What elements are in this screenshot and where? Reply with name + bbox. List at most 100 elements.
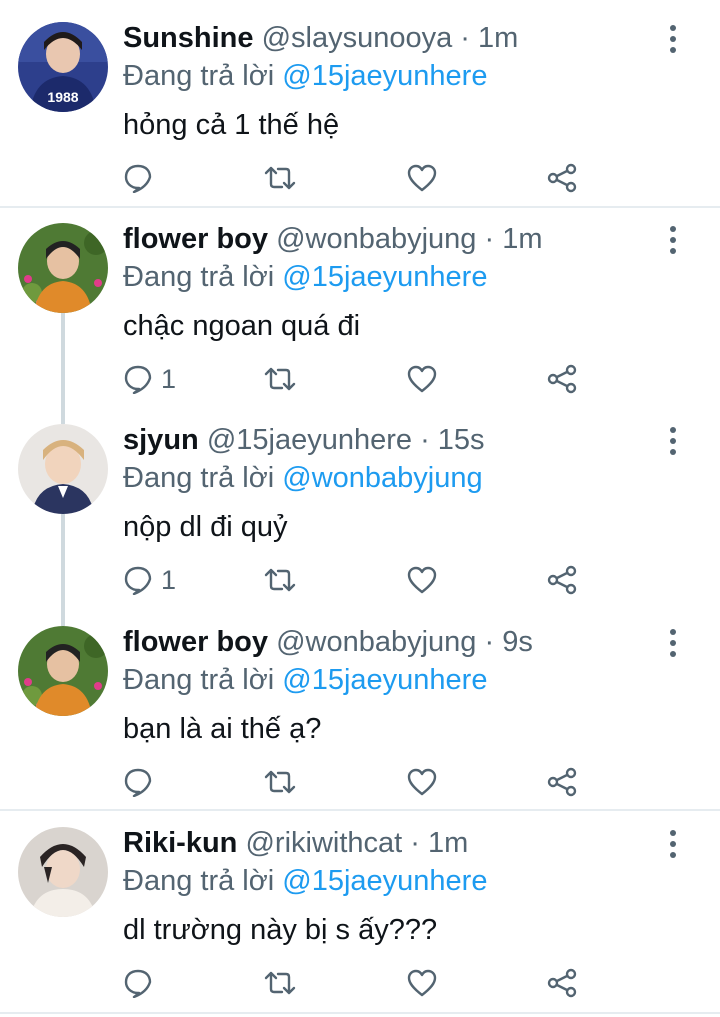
share-button[interactable]: [547, 359, 577, 399]
handle-and-time[interactable]: @wonbabyjung · 1m: [276, 223, 542, 255]
comment-bubble-icon: [124, 768, 152, 797]
vertical-ellipsis-icon: [670, 830, 676, 858]
retweet-icon: [264, 367, 296, 391]
tweet-text: dl trường này bị s ấy???: [123, 914, 438, 946]
replying-to-mention[interactable]: @15jaeyunhere: [282, 60, 487, 92]
reply-count: 1: [161, 363, 177, 394]
tweet-divider: [0, 1012, 720, 1014]
display-name[interactable]: Sunshine: [123, 22, 254, 54]
replying-to: Đang trả lời @15jaeyunhere: [123, 259, 487, 295]
reply-button[interactable]: 1: [123, 359, 176, 399]
tweet[interactable]: flower boy @wonbabyjung · 9s Đang trả lờ…: [0, 604, 720, 806]
like-button[interactable]: [407, 359, 437, 399]
replying-to-label: Đang trả lời: [123, 60, 275, 92]
more-options-button[interactable]: [662, 424, 684, 458]
heart-icon: [407, 566, 437, 594]
share-button[interactable]: [547, 158, 577, 198]
share-icon: [547, 767, 577, 797]
retweet-icon: [264, 770, 296, 794]
handle-and-time[interactable]: @slaysunooya · 1m: [262, 22, 519, 54]
handle-and-time[interactable]: @15jaeyunhere · 15s: [207, 424, 485, 456]
share-icon: [547, 968, 577, 998]
vertical-ellipsis-icon: [670, 25, 676, 53]
comment-bubble-icon: [124, 164, 152, 193]
tweet-text: chậc ngoan quá đi: [123, 310, 361, 342]
like-button[interactable]: [407, 560, 437, 600]
heart-icon: [407, 768, 437, 796]
tweet-actions: [123, 158, 593, 198]
retweet-icon: [264, 971, 296, 995]
tweet-text: hỏng cả 1 thế hệ: [123, 109, 340, 141]
more-options-button[interactable]: [662, 22, 684, 56]
more-options-button[interactable]: [662, 827, 684, 861]
reply-button[interactable]: 1: [123, 560, 176, 600]
tweet-actions: 1: [123, 359, 593, 399]
share-icon: [547, 364, 577, 394]
heart-icon: [407, 365, 437, 393]
replying-to: Đang trả lời @15jaeyunhere: [123, 58, 487, 94]
comment-bubble-icon: [124, 365, 152, 394]
avatar[interactable]: 1988: [18, 22, 108, 112]
tweet[interactable]: flower boy @wonbabyjung · 1m Đang trả lờ…: [0, 201, 720, 403]
retweet-icon: [264, 568, 296, 592]
replying-to-label: Đang trả lời: [123, 261, 275, 293]
avatar[interactable]: [18, 223, 108, 313]
display-name[interactable]: sjyun: [123, 424, 199, 456]
retweet-icon: [264, 166, 296, 190]
avatar[interactable]: [18, 626, 108, 716]
replying-to-mention[interactable]: @15jaeyunhere: [282, 865, 487, 897]
share-icon: [547, 163, 577, 193]
retweet-button[interactable]: [263, 963, 297, 1003]
avatar[interactable]: [18, 827, 108, 917]
comment-bubble-icon: [124, 969, 152, 998]
tweet-header: flower boy @wonbabyjung · 1m: [123, 221, 543, 257]
replying-to-mention[interactable]: @15jaeyunhere: [282, 261, 487, 293]
reply-button[interactable]: [123, 963, 161, 1003]
share-button[interactable]: [547, 963, 577, 1003]
display-name[interactable]: flower boy: [123, 223, 268, 255]
more-options-button[interactable]: [662, 223, 684, 257]
avatar-jersey-number: 1988: [47, 89, 78, 105]
handle-and-time[interactable]: @wonbabyjung · 9s: [276, 626, 533, 658]
tweet[interactable]: sjyun @15jaeyunhere · 15s Đang trả lời @…: [0, 402, 720, 604]
heart-icon: [407, 969, 437, 997]
vertical-ellipsis-icon: [670, 226, 676, 254]
reply-button[interactable]: [123, 762, 161, 802]
handle-and-time[interactable]: @rikiwithcat · 1m: [245, 827, 468, 859]
like-button[interactable]: [407, 963, 437, 1003]
replying-to-label: Đang trả lời: [123, 462, 275, 494]
like-button[interactable]: [407, 158, 437, 198]
retweet-button[interactable]: [263, 560, 297, 600]
display-name[interactable]: Riki-kun: [123, 827, 237, 859]
tweet-header: Sunshine @slaysunooya · 1m: [123, 20, 518, 56]
tweet[interactable]: Riki-kun @rikiwithcat · 1m Đang trả lời …: [0, 805, 720, 1017]
vertical-ellipsis-icon: [670, 629, 676, 657]
tweet-actions: 1: [123, 560, 593, 600]
replying-to: Đang trả lời @15jaeyunhere: [123, 863, 487, 899]
replying-to-label: Đang trả lời: [123, 664, 275, 696]
replying-to-mention[interactable]: @15jaeyunhere: [282, 664, 487, 696]
tweet[interactable]: 1988 Sunshine @slaysunooya · 1m Đang trả…: [0, 0, 720, 206]
heart-icon: [407, 164, 437, 192]
replying-to-mention[interactable]: @wonbabyjung: [282, 462, 482, 494]
avatar[interactable]: [18, 424, 108, 514]
display-name[interactable]: flower boy: [123, 626, 268, 658]
tweet-text: bạn là ai thế ạ?: [123, 713, 322, 745]
retweet-button[interactable]: [263, 158, 297, 198]
reply-button[interactable]: [123, 158, 161, 198]
replying-to: Đang trả lời @wonbabyjung: [123, 460, 483, 496]
retweet-button[interactable]: [263, 359, 297, 399]
tweet-header: sjyun @15jaeyunhere · 15s: [123, 422, 485, 458]
share-button[interactable]: [547, 762, 577, 802]
share-button[interactable]: [547, 560, 577, 600]
replying-to-label: Đang trả lời: [123, 865, 275, 897]
tweet-text: nộp dl đi quỷ: [123, 511, 288, 543]
retweet-button[interactable]: [263, 762, 297, 802]
tweet-header: Riki-kun @rikiwithcat · 1m: [123, 825, 468, 861]
share-icon: [547, 565, 577, 595]
tweet-actions: [123, 963, 593, 1003]
reply-count: 1: [161, 564, 177, 595]
replying-to: Đang trả lời @15jaeyunhere: [123, 662, 487, 698]
like-button[interactable]: [407, 762, 437, 802]
more-options-button[interactable]: [662, 626, 684, 660]
